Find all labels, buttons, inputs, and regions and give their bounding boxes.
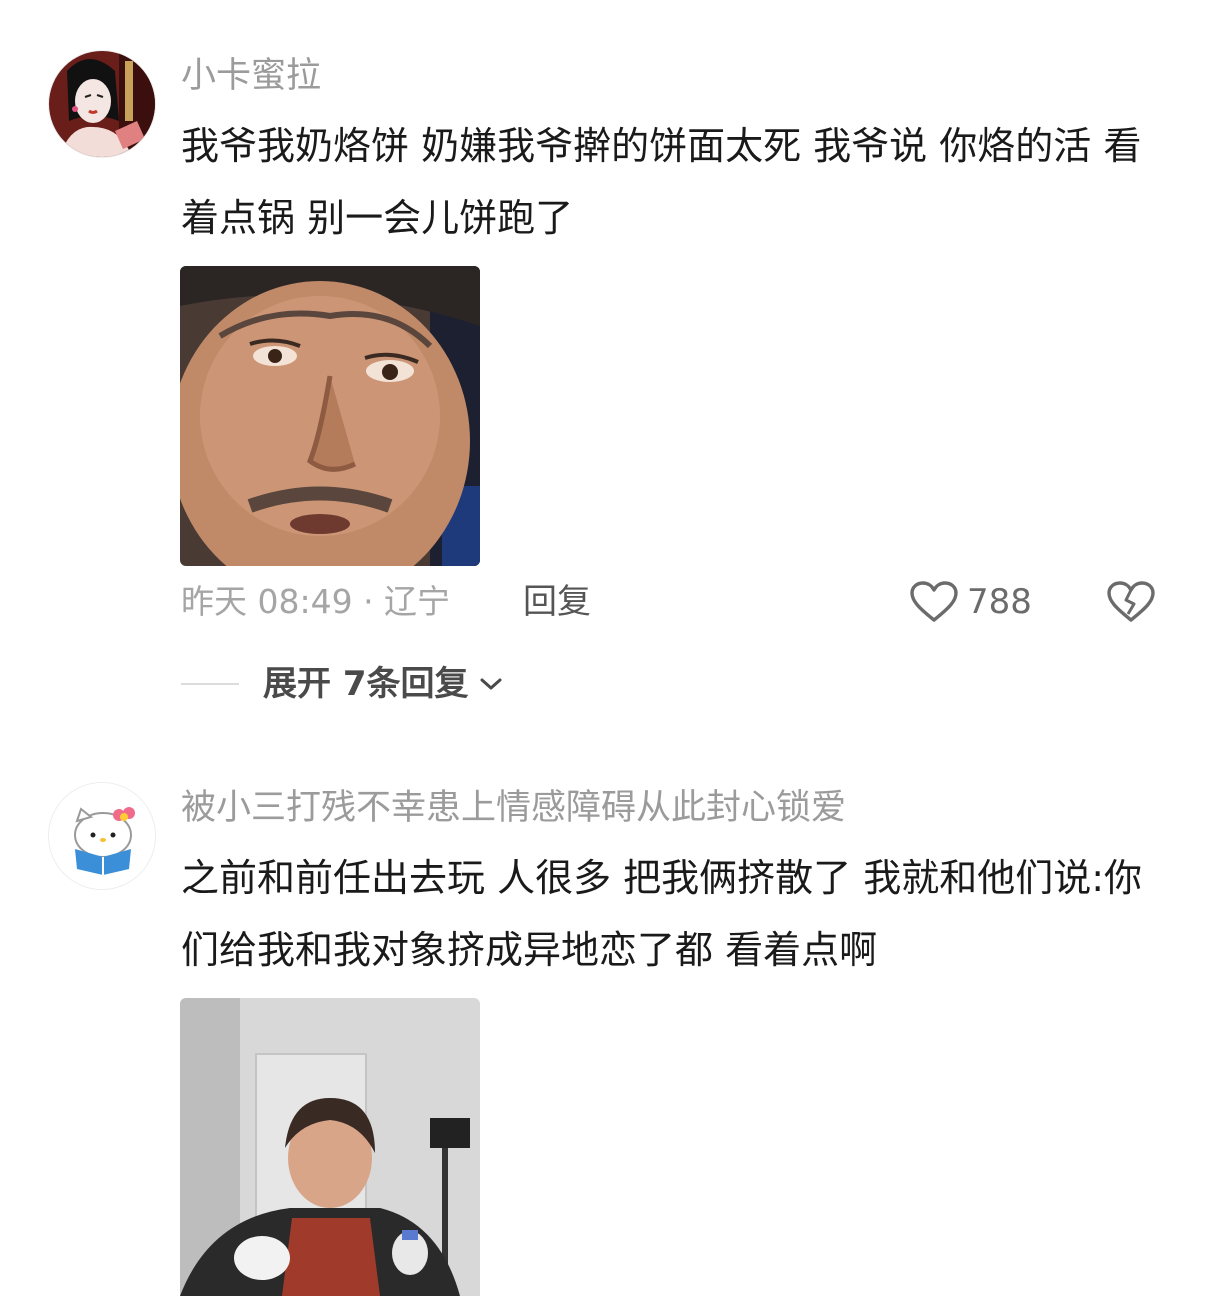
username[interactable]: 被小三打残不幸患上情感障碍从此封心锁爱	[181, 784, 846, 832]
chevron-down-icon	[479, 676, 503, 692]
avatar[interactable]	[48, 50, 156, 158]
like-count: 788	[967, 582, 1032, 622]
divider-line	[181, 683, 239, 685]
avatar[interactable]	[48, 782, 156, 890]
dislike-button[interactable]	[1106, 580, 1156, 628]
comment-text: 之前和前任出去玩 人很多 把我俩挤散了 我就和他们说:你们给我和我对象挤成异地恋…	[181, 856, 1143, 972]
broken-heart-icon	[1106, 580, 1156, 624]
expand-replies-button[interactable]: 展开 7条回复	[181, 662, 503, 706]
expand-replies-label: 展开 7条回复	[263, 664, 469, 704]
comment-image[interactable]	[180, 998, 480, 1296]
comment-image[interactable]	[180, 266, 480, 566]
comment-list: 小卡蜜拉 我爷我奶烙饼 奶嫌我爷擀的饼面太死 我爷说 你烙的活 看着点锅 别一会…	[0, 0, 1206, 1296]
comment-text: 我爷我奶烙饼 奶嫌我爷擀的饼面太死 我爷说 你烙的活 看着点锅 别一会儿饼跑了	[181, 124, 1142, 240]
heart-outline-icon	[909, 580, 959, 624]
comment-time-location: 昨天 08:49 · 辽宁	[181, 582, 451, 621]
like-button[interactable]: 788	[909, 580, 1032, 624]
reply-button[interactable]: 回复	[523, 580, 591, 624]
username[interactable]: 小卡蜜拉	[181, 52, 321, 100]
